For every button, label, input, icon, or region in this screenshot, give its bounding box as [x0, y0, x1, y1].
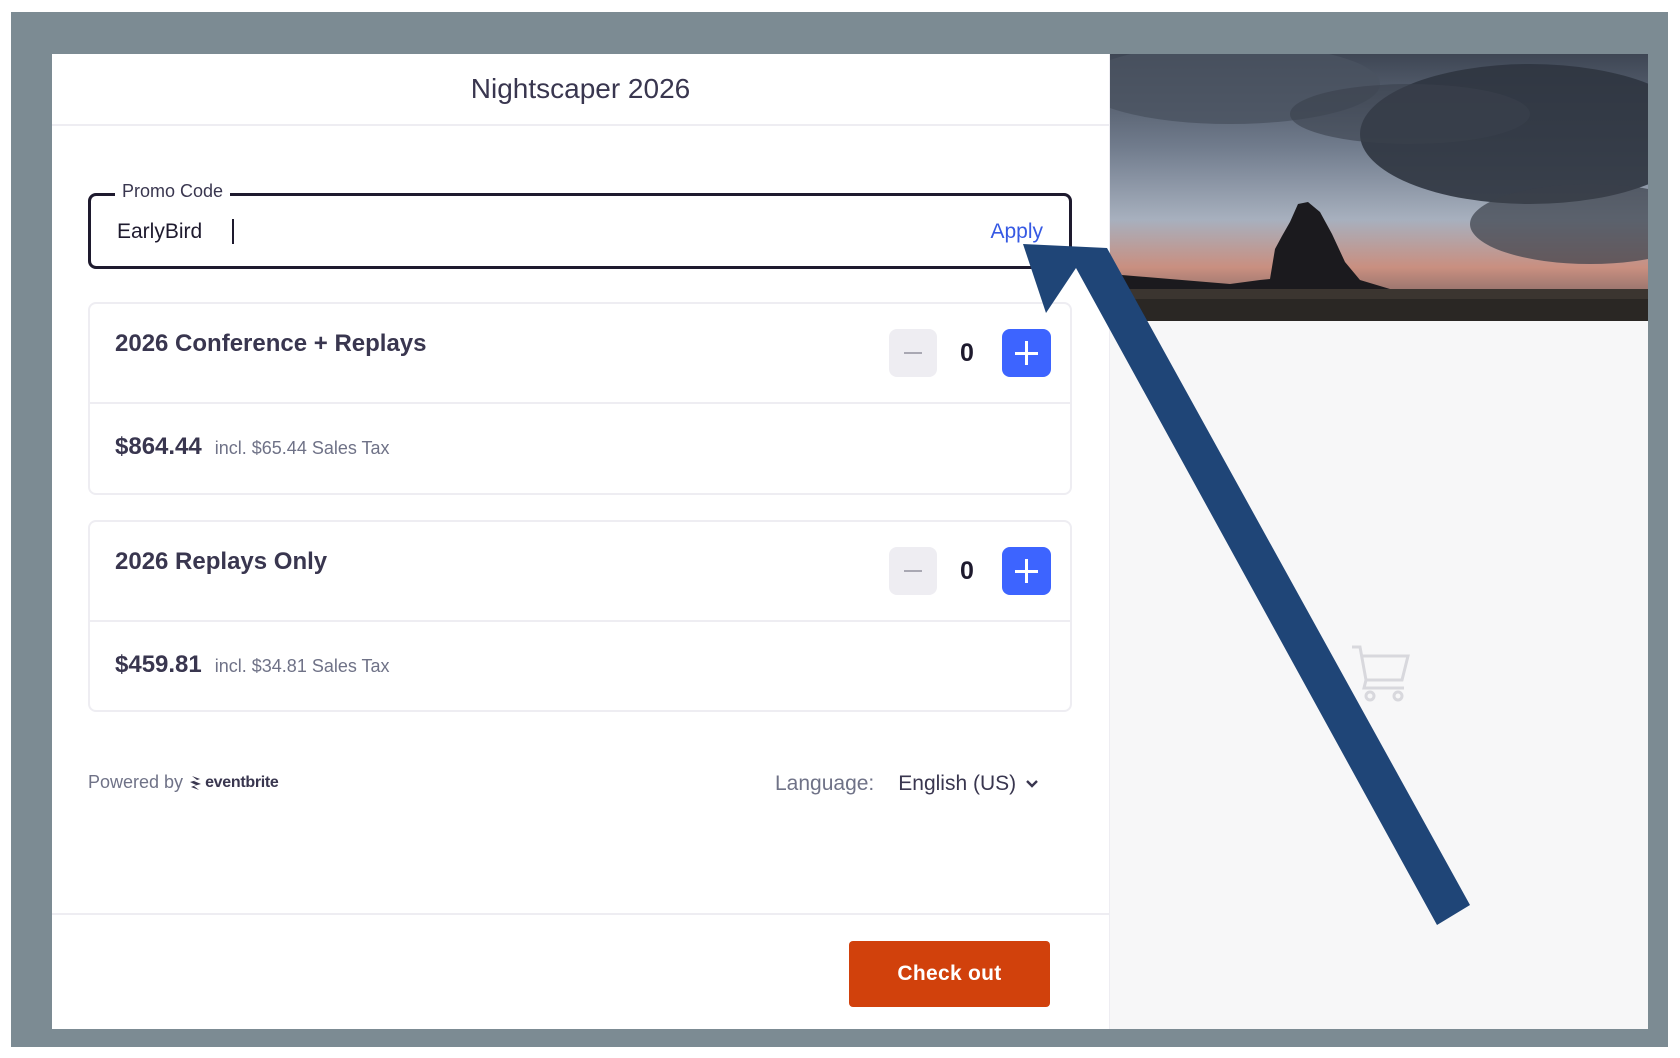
language-selector: Language: English (US) [775, 772, 1039, 796]
increase-quantity-button[interactable] [1002, 547, 1051, 595]
ticket-tax-note: incl. $34.81 Sales Tax [214, 656, 390, 676]
ticket-price-row: $864.44 incl. $65.44 Sales Tax [115, 433, 390, 461]
checkout-footer: Check out [52, 913, 1109, 1029]
powered-by: Powered by eventbrite [88, 772, 279, 793]
eventbrite-logo-icon [190, 775, 202, 790]
ticket-selection-panel: Nightscaper 2026 Promo Code Apply 2026 C… [52, 54, 1109, 1029]
event-title: Nightscaper 2026 [470, 73, 691, 104]
ticket-price: $459.81 [115, 651, 202, 678]
ticket-quantity: 0 [960, 557, 974, 585]
ticket-name: 2026 Replays Only [115, 548, 328, 575]
ticket-header: 2026 Replays Only 0 [90, 522, 1070, 622]
quantity-stepper: 0 [889, 329, 1052, 377]
ticket-card: 2026 Replays Only 0 $459.81 incl. $34.81… [88, 520, 1072, 712]
decrease-quantity-button[interactable] [889, 329, 937, 377]
checkout-modal: Nightscaper 2026 Promo Code Apply 2026 C… [52, 54, 1648, 1029]
ticket-tax-note: incl. $65.44 Sales Tax [214, 438, 390, 458]
order-summary-panel [1109, 54, 1648, 1029]
quantity-stepper: 0 [889, 547, 1052, 595]
language-label: Language: [775, 772, 875, 795]
eventbrite-brand-text: eventbrite [205, 773, 279, 791]
ticket-quantity: 0 [960, 339, 974, 367]
text-cursor [232, 219, 234, 244]
chevron-down-icon [1026, 780, 1039, 788]
decrease-quantity-button[interactable] [889, 547, 937, 595]
powered-by-label: Powered by [88, 772, 184, 792]
cart-icon [1352, 645, 1410, 702]
event-hero-image [1110, 54, 1648, 321]
screenshot-frame: Nightscaper 2026 Promo Code Apply 2026 C… [11, 12, 1668, 1047]
checkout-button[interactable]: Check out [849, 941, 1050, 1007]
ticket-name: 2026 Conference + Replays [115, 330, 427, 357]
ticket-header: 2026 Conference + Replays 0 [90, 304, 1070, 404]
ticket-price: $864.44 [115, 433, 202, 460]
ticket-price-row: $459.81 incl. $34.81 Sales Tax [115, 651, 390, 679]
increase-quantity-button[interactable] [1002, 329, 1051, 377]
promo-code-label: Promo Code [115, 181, 231, 202]
language-dropdown[interactable]: English (US) [898, 772, 1039, 796]
ticket-card: 2026 Conference + Replays 0 $864.44 incl… [88, 302, 1072, 495]
eventbrite-logo[interactable]: eventbrite [189, 773, 279, 792]
language-value: English (US) [898, 772, 1017, 795]
modal-header: Nightscaper 2026 [52, 54, 1109, 126]
apply-promo-button[interactable]: Apply [990, 220, 1043, 244]
promo-code-field[interactable]: Promo Code Apply [88, 181, 1072, 269]
promo-code-input[interactable] [117, 218, 937, 246]
